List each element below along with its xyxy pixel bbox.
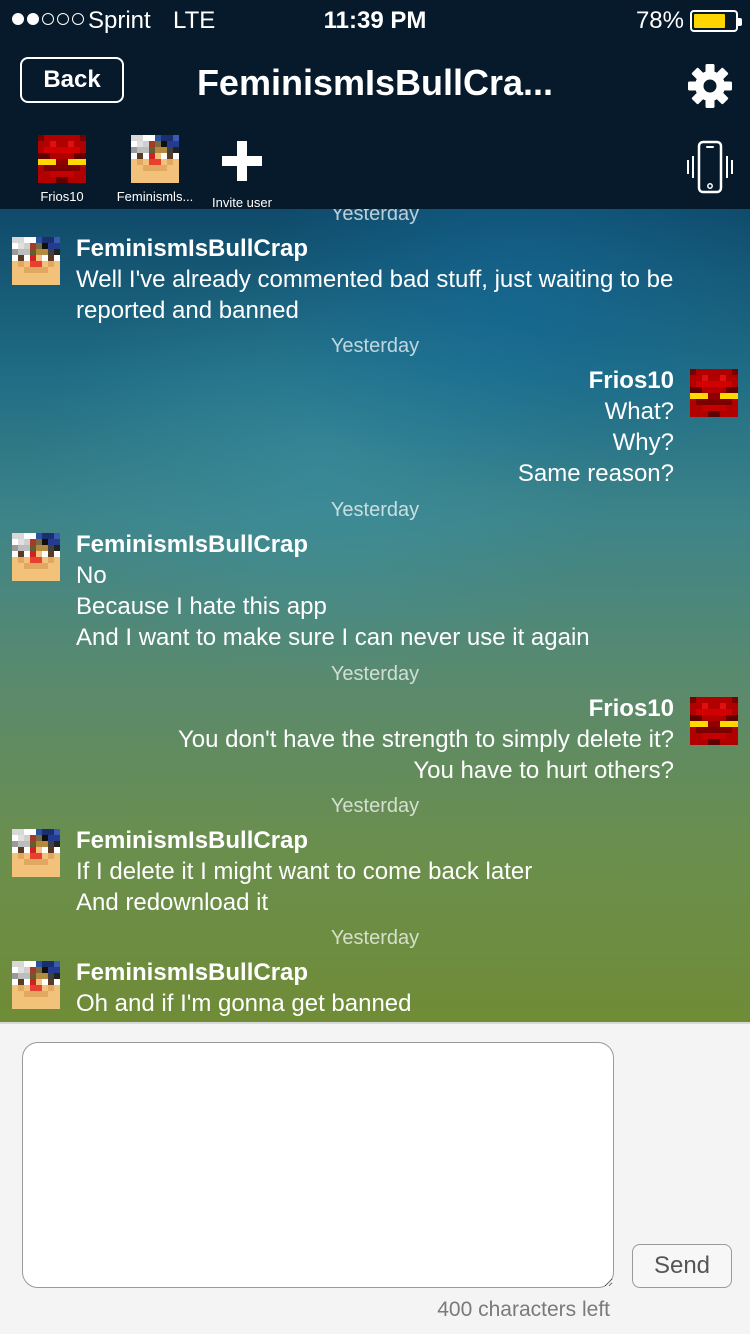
- message-sender: FeminismIsBullCrap: [76, 235, 309, 262]
- message-input[interactable]: [22, 1042, 614, 1288]
- message-line: Why?: [612, 429, 674, 456]
- message-timestamp: Yesterday: [330, 499, 420, 521]
- message-bubble: FeminismIsBullCrap If I delete it I migh…: [76, 825, 720, 918]
- invite-user-label: Invite user: [212, 195, 272, 210]
- app-header: Sprint LTE 11:39 PM 78% Back FeminismIsB…: [0, 0, 750, 210]
- message-bubble: Frios10 What? Why? Same reason?: [30, 365, 674, 489]
- blocky-face-avatar[interactable]: [12, 961, 60, 1009]
- message-composer: Send 400 characters left: [0, 1022, 750, 1334]
- message-timestamp: Yesterday: [330, 927, 420, 949]
- back-button[interactable]: Back: [20, 57, 124, 103]
- gear-icon[interactable]: [686, 62, 734, 110]
- message-sender: FeminismIsBullCrap: [76, 531, 309, 558]
- blocky-face-avatar: [131, 135, 179, 183]
- send-button[interactable]: Send: [632, 1244, 732, 1288]
- message-timestamp: Yesterday: [330, 335, 420, 357]
- chat-messages[interactable]: Yesterday FeminismIsBullCrap Well I've a…: [0, 209, 750, 1022]
- phone-vibrate-icon[interactable]: [686, 140, 734, 196]
- message-line: Because I hate this app: [76, 593, 327, 620]
- invite-user-button[interactable]: Invite user: [197, 135, 287, 210]
- message-line: Well I've already commented bad stuff, j…: [76, 266, 674, 293]
- message-line: You don't have the strength to simply de…: [177, 726, 674, 753]
- message-sender: FeminismIsBullCrap: [76, 959, 309, 986]
- message-line: What?: [604, 398, 674, 425]
- status-bar: Sprint LTE 11:39 PM 78%: [0, 0, 750, 40]
- message-timestamp: Yesterday: [330, 663, 420, 685]
- characters-left-counter: 400 characters left: [437, 1298, 610, 1321]
- blocky-face-avatar[interactable]: [12, 829, 60, 877]
- participant-feminismisbullcrap[interactable]: Feminismls...: [110, 135, 200, 204]
- message-timestamp: Yesterday: [330, 795, 420, 817]
- message-line: If I delete it I might want to come back…: [76, 858, 533, 885]
- message-line: And redownload it: [76, 889, 269, 916]
- message-line: You have to hurt others?: [413, 757, 674, 784]
- red-pixel-avatar[interactable]: [690, 369, 738, 417]
- participant-name: Feminismls...: [116, 189, 194, 204]
- participant-frios10[interactable]: Frios10: [17, 135, 107, 204]
- message-bubble: FeminismIsBullCrap No Because I hate thi…: [76, 529, 720, 653]
- blocky-face-avatar[interactable]: [12, 533, 60, 581]
- plus-icon: [222, 141, 262, 181]
- message-line: And I want to make sure I can never use …: [76, 624, 590, 651]
- blocky-face-avatar[interactable]: [12, 237, 60, 285]
- message-line: Oh and if I'm gonna get banned: [76, 990, 412, 1017]
- message-bubble: Frios10 You don't have the strength to s…: [30, 693, 674, 786]
- message-sender: Frios10: [588, 367, 674, 394]
- message-line: reported and banned: [76, 297, 299, 324]
- message-bubble: FeminismIsBullCrap Oh and if I'm gonna g…: [76, 957, 720, 1019]
- red-pixel-avatar[interactable]: [690, 697, 738, 745]
- message-bubble: FeminismIsBullCrap Well I've already com…: [76, 233, 720, 326]
- message-line: Same reason?: [517, 460, 674, 487]
- battery-icon: [690, 10, 742, 32]
- message-line: No: [76, 562, 107, 589]
- chat-title: FeminismIsBullCra...: [196, 62, 554, 103]
- red-pixel-avatar: [38, 135, 86, 183]
- message-sender: FeminismIsBullCrap: [76, 827, 309, 854]
- battery-percent: 78%: [635, 7, 684, 34]
- message-sender: Frios10: [588, 695, 674, 722]
- participant-name: Frios10: [40, 189, 84, 204]
- message-timestamp: Yesterday: [330, 209, 420, 225]
